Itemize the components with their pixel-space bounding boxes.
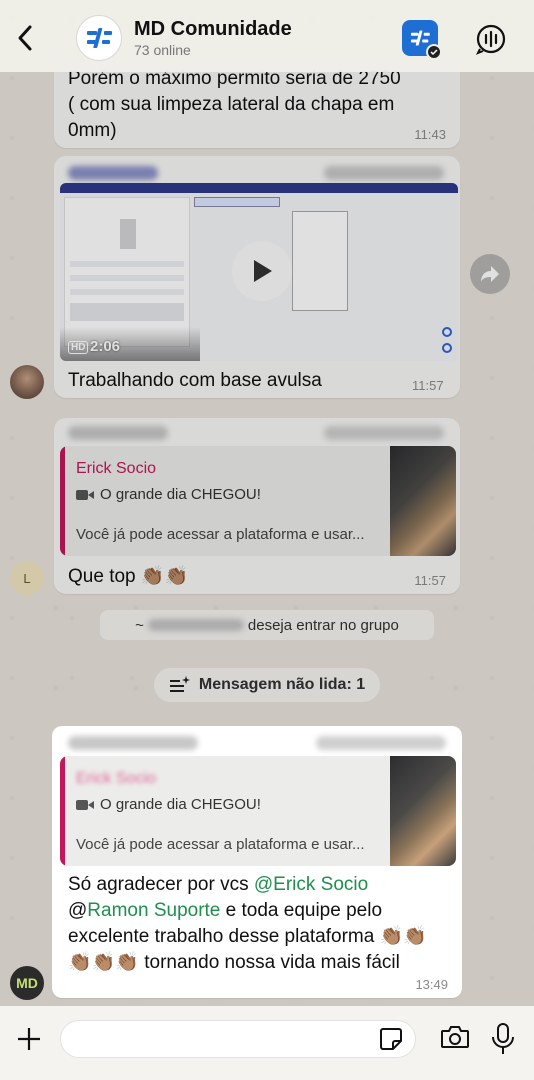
sender-phone — [324, 166, 444, 180]
sender-avatar[interactable] — [10, 365, 44, 399]
online-count: 73 online — [134, 42, 191, 58]
mention-link[interactable]: @Erick Socio — [254, 874, 368, 895]
video-camera-icon — [76, 799, 94, 810]
audio-wave-icon — [475, 24, 506, 55]
mention-at[interactable]: @ — [68, 900, 87, 921]
message-time: 13:49 — [415, 977, 448, 992]
message-text: @Ramon Suporte e toda equipe pelo — [68, 898, 382, 924]
forward-icon — [481, 266, 499, 282]
group-avatar[interactable] — [76, 15, 122, 61]
quote-title-text: O grande dia CHEGOU! — [100, 796, 261, 813]
message-time: 11:43 — [414, 127, 446, 142]
quote-accent-bar — [60, 756, 65, 866]
chevron-left-icon — [18, 25, 32, 51]
microphone-icon — [492, 1023, 514, 1054]
community-button[interactable] — [402, 20, 442, 60]
play-icon — [254, 260, 272, 282]
join-request-notice[interactable]: ~ deseja entrar no grupo — [100, 610, 434, 640]
sender-name — [68, 736, 198, 750]
text-segment: e toda equipe pelo — [220, 900, 383, 921]
mention-link[interactable]: Ramon Suporte — [87, 900, 220, 921]
forward-button[interactable] — [470, 254, 510, 294]
quote-thumbnail — [390, 446, 456, 556]
message-text: Que top 👏🏽👏🏽 — [68, 566, 189, 587]
md-logo-icon — [87, 28, 112, 48]
sticker-button[interactable] — [378, 1026, 404, 1052]
message-time: 11:57 — [412, 378, 444, 393]
group-title[interactable]: MD Comunidade — [134, 18, 292, 41]
md-logo-icon — [411, 30, 430, 46]
quote-thumbnail — [390, 756, 456, 866]
voice-call-button[interactable] — [474, 22, 508, 56]
sender-phone — [316, 736, 446, 750]
sparkle-list-icon — [169, 676, 190, 692]
sender-phone — [324, 426, 444, 440]
text-segment: Só agradecer por vcs — [68, 874, 254, 895]
sender-name — [68, 166, 158, 180]
hd-badge: HD — [68, 341, 89, 354]
quote-title: O grande dia CHEGOU! — [76, 796, 261, 813]
plus-icon — [18, 1028, 40, 1050]
avatar-logo-text: MD — [16, 975, 38, 991]
avatar-letter: L — [23, 570, 31, 586]
join-suffix: deseja entrar no grupo — [247, 616, 399, 634]
quote-title: O grande dia CHEGOU! — [76, 486, 261, 503]
message-text: Só agradecer por vcs @Erick Socio — [68, 872, 368, 898]
camera-icon — [441, 1026, 469, 1048]
quote-accent-bar — [60, 446, 65, 556]
message-text: ( com sua limpeza lateral da chapa em — [68, 94, 395, 115]
quote-title-text: O grande dia CHEGOU! — [100, 486, 261, 503]
unread-label: Mensagem não lida: 1 — [198, 676, 366, 693]
quoted-message[interactable]: Erick Socio O grande dia CHEGOU! Você já… — [60, 446, 456, 556]
unread-divider: Mensagem não lida: 1 — [154, 668, 380, 702]
composer-bar — [0, 1006, 534, 1080]
message-text: excelente trabalho desse plataforma 👏🏽👏🏽 — [68, 926, 427, 947]
message-bubble[interactable]: Erick Socio O grande dia CHEGOU! Você já… — [54, 418, 460, 594]
message-text: 0mm) — [68, 120, 117, 141]
quote-author: Erick Socio — [76, 770, 157, 787]
sticker-icon — [380, 1028, 402, 1050]
video-camera-icon — [76, 489, 94, 500]
sender-name — [68, 426, 168, 440]
camera-button[interactable] — [440, 1024, 470, 1054]
message-text: Trabalhando com base avulsa — [68, 370, 322, 391]
message-bubble-selected[interactable]: Erick Socio O grande dia CHEGOU! Você já… — [52, 726, 462, 998]
video-thumbnail[interactable]: HD 2:06 — [60, 183, 458, 361]
message-text: 👏🏽👏🏽👏🏽 tornando nossa vida mais fácil — [68, 952, 400, 973]
message-input[interactable] — [60, 1020, 416, 1058]
attach-button[interactable] — [14, 1024, 44, 1054]
quote-author: Erick Socio — [76, 460, 157, 477]
check-icon — [426, 44, 442, 60]
video-duration: 2:06 — [90, 338, 121, 355]
chat-header: MD Comunidade 73 online — [0, 0, 534, 72]
join-prefix: ~ — [135, 616, 144, 634]
back-button[interactable] — [10, 20, 40, 56]
microphone-button[interactable] — [490, 1022, 516, 1056]
message-time: 11:57 — [414, 573, 446, 588]
quote-preview: Você já pode acessar a plataforma e usar… — [76, 526, 365, 543]
sender-avatar[interactable]: L — [10, 561, 44, 595]
join-name-blurred — [147, 619, 244, 631]
quoted-message[interactable]: Erick Socio O grande dia CHEGOU! Você já… — [60, 756, 456, 866]
quote-preview: Você já pode acessar a plataforma e usar… — [76, 836, 365, 853]
play-button[interactable] — [232, 241, 292, 301]
sender-avatar[interactable]: MD — [10, 966, 44, 1000]
